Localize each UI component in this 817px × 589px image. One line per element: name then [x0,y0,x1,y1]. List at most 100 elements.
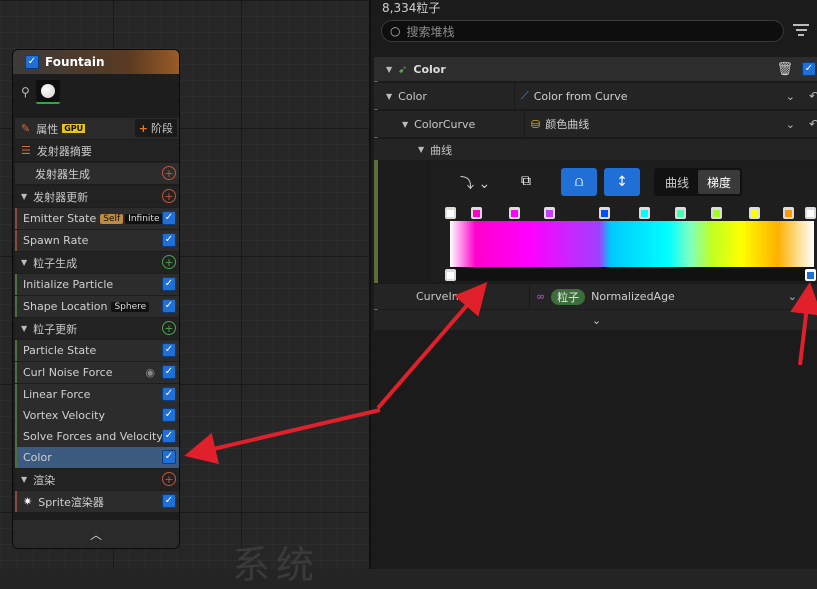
curve-subrow[interactable]: ▼ 曲线 [374,138,817,160]
eye-icon[interactable]: ◉ [145,366,155,379]
add-module-icon[interactable]: + [162,166,176,180]
curveindex-dropdown[interactable]: ∞ 粒子 NormalizedAge [529,284,675,309]
curveindex-property-row[interactable]: CurveIndex ∞ 粒子 NormalizedAge ⌄ [374,283,817,309]
particle-update-group[interactable]: ▼ 粒子更新 + [15,318,179,339]
color-stop[interactable] [711,207,722,219]
emitter-summary-row[interactable]: ☰ 发射器摘要 [15,140,179,161]
collapse-triangle-icon[interactable]: ▼ [21,324,27,333]
color-stop-endpoint[interactable] [445,207,456,219]
module-color[interactable]: Color ✓ [15,447,179,468]
module-enabled-checkbox[interactable]: ✓ [162,365,176,379]
brush-icon: ✎ [21,122,31,135]
collapse-triangle-icon[interactable]: ▼ [21,258,27,267]
module-spawn-rate[interactable]: Spawn Rate ✓ [15,230,179,251]
module-curl-noise-force[interactable]: Curl Noise Force ◉ ✓ [15,362,179,383]
color-stop[interactable] [471,207,482,219]
collapse-node-button[interactable]: ︿ [13,520,179,548]
sphere-preview-icon[interactable] [35,80,60,104]
emitter-spawn-row[interactable]: 发射器生成 + [15,163,179,184]
add-module-icon[interactable]: + [162,472,176,486]
curve-icon: ⟋ [521,89,529,102]
search-input[interactable]: ○ 搜索堆栈 [381,20,784,42]
module-enabled-checkbox[interactable]: ✓ [162,277,176,291]
module-sprite-renderer[interactable]: ✷ Sprite渲染器 ✓ [15,491,179,512]
color-section-header[interactable]: ▼ ➹ Color 🗑 ✓ [374,57,817,81]
color-mode-dropdown[interactable]: ⟋ Color from Curve [514,83,627,109]
module-enabled-checkbox[interactable]: ✓ [162,387,176,401]
particle-spawn-group[interactable]: ▼ 粒子生成 + [15,252,179,273]
particle-namespace-pill: 粒子 [551,288,586,305]
module-icon: ➹ [398,62,408,76]
sprite-icon: ✷ [23,495,33,508]
emitter-update-group[interactable]: ▼ 发射器更新 + [15,186,179,207]
module-vortex-velocity[interactable]: Vortex Velocity ✓ [15,405,179,426]
color-property-row[interactable]: ▼ Color ⟋ Color from Curve ⌄ ↶ [374,82,817,109]
curve-tab[interactable]: 曲线 [656,170,698,194]
import-curve-button[interactable]: ⤵ ⌄ [460,173,490,193]
alpha-track[interactable] [450,267,814,281]
render-group[interactable]: ▼ 渲染 + [15,469,179,490]
color-stop-endpoint[interactable] [805,207,816,219]
open-external-icon[interactable]: ⧉ [521,173,531,189]
color-stop[interactable] [675,207,686,219]
emitter-thumbnail-row: ⚲ [13,74,179,110]
module-enabled-checkbox[interactable]: ✓ [162,299,176,313]
pin-icon[interactable]: ⚲ [21,85,30,99]
trash-icon[interactable]: 🗑 [776,62,793,77]
color-stop[interactable] [599,207,610,219]
color-stop[interactable] [544,207,555,219]
node-graph-canvas[interactable]: 系统 ✓ Fountain ⚲ ✎ 属性 GPU + 阶段 ☰ 发射器摘要 发射… [0,0,369,587]
reset-icon[interactable]: ↶ [809,89,817,103]
module-enabled-checkbox[interactable]: ✓ [162,494,176,508]
module-enabled-checkbox[interactable]: ✓ [162,343,176,357]
color-stop[interactable] [509,207,520,219]
module-emitter-state[interactable]: Emitter State Self Infinite ✓ [15,208,179,229]
properties-row[interactable]: ✎ 属性 GPU + 阶段 [15,118,179,139]
expand-advanced-button[interactable]: ⌄ [374,310,817,330]
collapse-triangle-icon[interactable]: ▼ [386,65,392,74]
snap-vertical-button[interactable]: ↕ [604,168,640,196]
collapse-triangle-icon[interactable]: ▼ [418,145,424,154]
chevron-down-icon[interactable]: ⌄ [786,118,795,131]
module-enabled-checkbox[interactable]: ✓ [162,408,176,422]
module-solve-forces-and-velocity[interactable]: Solve Forces and Velocity ✓ [15,426,179,447]
colorcurve-dropdown[interactable]: ⛁ 颜色曲线 [524,111,589,137]
section-enabled-checkbox[interactable]: ✓ [802,62,816,76]
emitter-enabled-checkbox[interactable]: ✓ [25,55,39,69]
colorcurve-property-row[interactable]: ▼ ColorCurve ⛁ 颜色曲线 ⌄ ↶ [374,110,817,137]
chevron-down-icon[interactable]: ⌄ [786,90,795,103]
emitter-header[interactable]: ✓ Fountain [13,50,179,74]
alpha-stop[interactable] [445,269,456,281]
module-shape-location[interactable]: Shape Location Sphere ✓ [15,296,179,317]
collapse-triangle-icon[interactable]: ▼ [402,120,408,129]
emitter-node[interactable]: ✓ Fountain ⚲ ✎ 属性 GPU + 阶段 ☰ 发射器摘要 发射器生成… [12,49,180,549]
color-gradient-bar[interactable] [450,221,814,267]
chevron-down-icon[interactable]: ⌄ [788,290,797,303]
module-enabled-checkbox[interactable]: ✓ [162,211,176,225]
gradient-tab[interactable]: 梯度 [698,170,740,194]
alpha-stop-selected[interactable] [805,269,816,281]
add-module-icon[interactable]: + [162,255,176,269]
filter-icon[interactable] [793,24,809,38]
curve-gradient-toggle[interactable]: 曲线 梯度 [654,168,742,196]
module-enabled-checkbox[interactable]: ✓ [162,429,176,443]
module-initialize-particle[interactable]: Initialize Particle ✓ [15,274,179,295]
add-module-icon[interactable]: + [162,321,176,335]
sphere-tag: Sphere [111,301,150,312]
search-placeholder: 搜索堆栈 [406,24,455,39]
collapse-triangle-icon[interactable]: ▼ [21,192,27,201]
module-enabled-checkbox[interactable]: ✓ [162,450,176,464]
color-stop[interactable] [639,207,650,219]
module-particle-state[interactable]: Particle State ✓ [15,340,179,361]
snap-horizontal-button[interactable]: ⩍ [561,168,597,196]
module-enabled-checkbox[interactable]: ✓ [162,233,176,247]
color-stop[interactable] [749,207,760,219]
link-icon: ∞ [536,290,546,303]
add-module-icon[interactable]: + [162,189,176,203]
reset-icon[interactable]: ↶ [809,117,817,131]
collapse-triangle-icon[interactable]: ▼ [386,92,392,101]
stage-button[interactable]: + 阶段 [134,119,177,137]
color-stop[interactable] [783,207,794,219]
collapse-triangle-icon[interactable]: ▼ [21,475,27,484]
module-linear-force[interactable]: Linear Force ✓ [15,384,179,405]
